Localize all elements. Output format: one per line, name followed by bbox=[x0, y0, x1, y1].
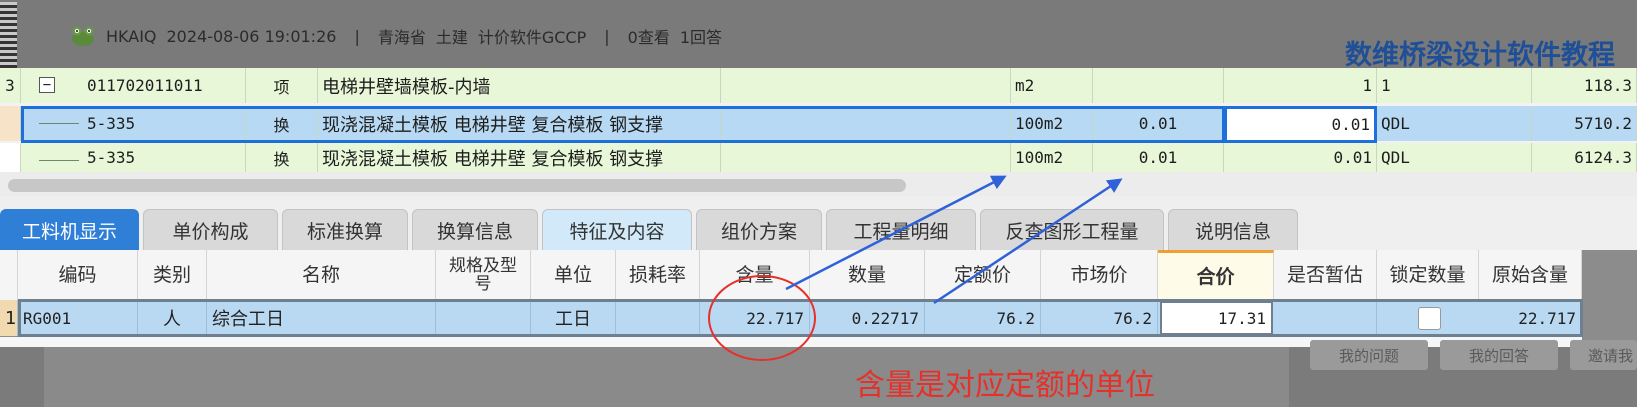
locked-qty-checkbox[interactable] bbox=[1418, 307, 1441, 330]
qr-code-icon bbox=[0, 2, 17, 68]
row-name: 现浇混凝土模板 电梯井壁 复合模板 钢支撑 bbox=[318, 143, 721, 172]
tab-unit-price-composition[interactable]: 单价构成 bbox=[143, 209, 278, 251]
row-content: 0.01 bbox=[1093, 143, 1224, 172]
row-unit: m2 bbox=[1011, 68, 1093, 103]
post-datetime: 2024-08-06 19:01:26 bbox=[166, 26, 337, 46]
row-price: 5710.2 bbox=[1532, 106, 1637, 141]
header-name[interactable]: 名称 bbox=[207, 250, 436, 300]
invite-me-button[interactable]: 邀请我 bbox=[1570, 340, 1637, 370]
total-value: 17.31 bbox=[1217, 309, 1266, 328]
row-code-cell: − 011702011011 bbox=[21, 68, 246, 103]
row-price: 6124.3 bbox=[1532, 143, 1637, 172]
header-type[interactable]: 类别 bbox=[138, 250, 207, 300]
username-link[interactable]: HKAIQ bbox=[106, 27, 157, 46]
row-content bbox=[1093, 68, 1224, 103]
header-quantity[interactable]: 数量 bbox=[810, 250, 925, 300]
header-original-content[interactable]: 原始含量 bbox=[1479, 250, 1582, 300]
post-views: 0查看 bbox=[627, 28, 670, 47]
qty-edit-value: 0.01 bbox=[1331, 115, 1370, 134]
post-answers: 1回答 bbox=[679, 28, 723, 47]
tab-quantity-details[interactable]: 工程量明细 bbox=[826, 209, 976, 251]
row-index bbox=[0, 143, 21, 172]
row-index: 1 bbox=[0, 300, 18, 336]
header-code[interactable]: 编码 bbox=[18, 250, 138, 300]
row-code: 5-335 bbox=[87, 148, 136, 167]
header-spec[interactable]: 规格及型号 bbox=[436, 250, 531, 300]
side-ad-title[interactable]: 数维桥梁设计软件教程 bbox=[1345, 33, 1615, 72]
qty-edit-cell[interactable]: 0.01 bbox=[1224, 106, 1377, 143]
tab-conversion-info[interactable]: 换算信息 bbox=[412, 209, 538, 251]
row-name: 电梯井壁墙模板-内墙 bbox=[318, 68, 721, 103]
row-price: 118.3 bbox=[1532, 68, 1637, 103]
row-type: 换 bbox=[246, 143, 318, 172]
tab-features-content[interactable]: 特征及内容 bbox=[542, 209, 692, 251]
header-market-price[interactable]: 市场价 bbox=[1041, 250, 1158, 300]
tab-description-info[interactable]: 说明信息 bbox=[1168, 209, 1298, 251]
post-meta-row: HKAIQ 2024-08-06 19:01:26 | 青海省 土建 计价软件G… bbox=[70, 22, 722, 50]
total-edit-cell[interactable]: 17.31 bbox=[1160, 301, 1273, 335]
my-questions-button[interactable]: 我的问题 bbox=[1310, 340, 1428, 370]
row-spec bbox=[721, 68, 1011, 103]
row-unit: 100m2 bbox=[1011, 143, 1093, 172]
lower-grid-header: 编码 类别 名称 规格及型号 单位 损耗率 含量 数量 定额价 市场价 合价 是… bbox=[0, 250, 1582, 300]
tab-reverse-graphic-quantity[interactable]: 反查图形工程量 bbox=[980, 209, 1164, 251]
post-software: 计价软件GCCP bbox=[477, 28, 587, 47]
row-index bbox=[0, 106, 21, 141]
meta-separator: | bbox=[354, 26, 360, 46]
row-index: 3 bbox=[0, 68, 21, 103]
row-type: 项 bbox=[246, 68, 318, 103]
header-quota-price[interactable]: 定额价 bbox=[925, 250, 1041, 300]
table-row[interactable]: 5-335 换 现浇混凝土模板 电梯井壁 复合模板 钢支撑 100m2 0.01… bbox=[0, 143, 1637, 172]
tab-pricing-plan[interactable]: 组价方案 bbox=[696, 209, 822, 251]
annotation-text: 含量是对应定额的单位 bbox=[855, 368, 1155, 403]
row-code: 011702011011 bbox=[87, 76, 203, 95]
row-qty-expr: 1 bbox=[1377, 68, 1532, 103]
my-answers-button[interactable]: 我的回答 bbox=[1440, 340, 1558, 370]
tab-labor-material-display[interactable]: 工料机显示 bbox=[0, 209, 139, 251]
tab-standard-conversion[interactable]: 标准换算 bbox=[282, 209, 408, 251]
collapse-minus-icon[interactable]: − bbox=[39, 77, 55, 93]
frog-avatar-icon bbox=[72, 26, 94, 46]
header-index bbox=[0, 250, 18, 300]
row-qty-expr: QDL bbox=[1377, 106, 1532, 141]
post-category: 土建 bbox=[435, 28, 468, 47]
lower-selected-row-outline bbox=[18, 299, 1583, 337]
post-region: 青海省 bbox=[377, 28, 426, 47]
row-spec bbox=[721, 143, 1011, 172]
selected-row-outline bbox=[21, 106, 1225, 143]
row-qty: 0.01 bbox=[1224, 143, 1377, 172]
header-locked-qty[interactable]: 锁定数量 bbox=[1377, 250, 1479, 300]
row-qty: 1 bbox=[1224, 68, 1377, 103]
scrollbar-thumb[interactable] bbox=[8, 179, 906, 192]
header-unit[interactable]: 单位 bbox=[531, 250, 616, 300]
header-provisional[interactable]: 是否暂估 bbox=[1274, 250, 1377, 300]
row-qty-expr: QDL bbox=[1377, 143, 1532, 172]
tree-branch-line bbox=[39, 160, 79, 161]
meta-separator: | bbox=[604, 26, 610, 46]
row-code-cell: 5-335 bbox=[21, 143, 246, 172]
header-content[interactable]: 含量 bbox=[700, 250, 810, 300]
header-loss-rate[interactable]: 损耗率 bbox=[616, 250, 700, 300]
header-total[interactable]: 合价 bbox=[1158, 250, 1274, 300]
table-row[interactable]: 3 − 011702011011 项 电梯井壁墙模板-内墙 m2 1 1 118… bbox=[0, 68, 1637, 103]
